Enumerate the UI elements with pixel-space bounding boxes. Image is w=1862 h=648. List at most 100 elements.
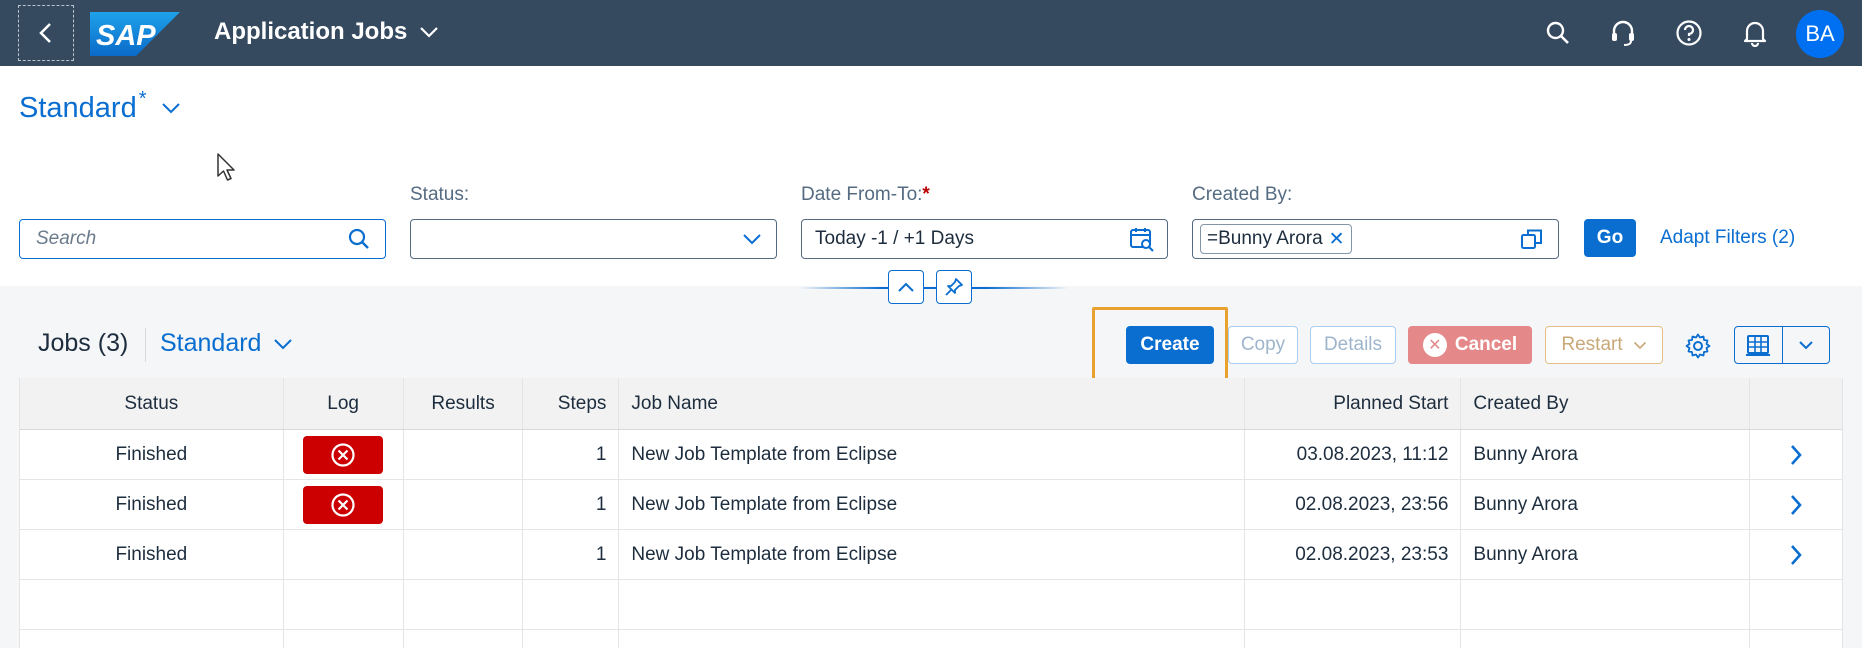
column-header-navigation	[1750, 378, 1842, 429]
filter-bar: Standard * Search Status: Date From-To: *…	[0, 66, 1862, 304]
variant-name: Standard	[19, 92, 137, 124]
job-name-cell: New Job Template from Eclipse	[619, 480, 1245, 529]
column-header-results[interactable]: Results	[404, 378, 524, 429]
headset-icon	[1612, 20, 1634, 46]
chevron-down-icon	[1799, 341, 1813, 350]
toolbar-separator	[145, 328, 146, 362]
cancel-icon: ✕	[1422, 333, 1447, 357]
restart-button[interactable]: Restart	[1545, 326, 1663, 364]
created-by-field[interactable]: =Bunny Arora ✕	[1192, 219, 1559, 259]
status-select[interactable]	[410, 219, 777, 259]
error-icon	[331, 442, 355, 467]
status-cell: Finished	[20, 430, 284, 479]
calendar-search-icon[interactable]	[1129, 226, 1155, 252]
column-header-created-by[interactable]: Created By	[1461, 378, 1751, 429]
chevron-down-icon	[420, 27, 439, 38]
empty-row	[20, 580, 1842, 630]
chevron-left-icon	[39, 23, 51, 43]
date-label-text: Date From-To:	[801, 184, 923, 205]
support-button[interactable]	[1607, 17, 1639, 49]
steps-cell: 1	[523, 480, 620, 529]
row-navigation[interactable]	[1750, 530, 1842, 579]
status-cell: Finished	[20, 530, 284, 579]
chevron-down-icon	[743, 234, 761, 245]
chevron-down-icon	[161, 103, 180, 114]
help-icon	[1676, 20, 1702, 46]
empty-row	[20, 630, 1842, 648]
column-header-status[interactable]: Status	[20, 378, 284, 429]
search-button[interactable]	[1542, 17, 1574, 49]
go-button[interactable]: Go	[1584, 219, 1636, 257]
log-cell	[284, 530, 404, 579]
log-error-button[interactable]	[303, 485, 384, 524]
collapse-header-button[interactable]	[888, 270, 924, 304]
app-title-menu[interactable]: Application Jobs	[214, 18, 439, 46]
log-cell	[284, 480, 404, 529]
created-by-cell: Bunny Arora	[1461, 530, 1751, 579]
job-name-cell: New Job Template from Eclipse	[619, 530, 1245, 579]
token-remove-icon[interactable]: ✕	[1329, 228, 1345, 251]
planned-start-cell: 02.08.2023, 23:53	[1245, 530, 1462, 579]
pin-header-button[interactable]	[936, 270, 972, 304]
mouse-pointer-icon	[217, 153, 235, 181]
restart-label: Restart	[1561, 334, 1623, 355]
token-text: =Bunny Arora	[1207, 228, 1323, 249]
table-variant-selector[interactable]: Standard	[160, 329, 293, 358]
created-by-cell: Bunny Arora	[1461, 480, 1751, 529]
table-row[interactable]: Finished 1 New Job Template from Eclipse…	[20, 430, 1842, 480]
row-navigation[interactable]	[1750, 480, 1842, 529]
notifications-button[interactable]	[1739, 17, 1771, 49]
column-header-log[interactable]: Log	[284, 378, 404, 429]
value-help-icon[interactable]	[1520, 227, 1544, 251]
chevron-down-icon	[1633, 341, 1646, 349]
column-header-planned-start[interactable]: Planned Start	[1245, 378, 1462, 429]
adapt-filters-link[interactable]: Adapt Filters (2)	[1660, 227, 1795, 249]
log-error-button[interactable]	[303, 435, 384, 474]
chevron-right-icon	[1791, 444, 1802, 465]
column-header-steps[interactable]: Steps	[523, 378, 620, 429]
search-icon	[1546, 21, 1569, 44]
results-cell	[404, 480, 524, 529]
table-variant-name: Standard	[160, 329, 262, 357]
export-menu-button[interactable]	[1734, 326, 1830, 364]
variant-selector[interactable]: Standard *	[19, 88, 181, 125]
bell-icon	[1743, 21, 1767, 47]
header-separator	[800, 287, 1068, 289]
date-range-value: Today -1 / +1 Days	[815, 228, 974, 249]
search-icon[interactable]	[347, 227, 371, 251]
table-settings-button[interactable]	[1684, 332, 1712, 365]
planned-start-cell: 03.08.2023, 11:12	[1245, 430, 1462, 479]
cancel-job-button[interactable]: ✕ Cancel	[1408, 326, 1532, 364]
results-cell	[404, 430, 524, 479]
column-header-job-name[interactable]: Job Name	[619, 378, 1245, 429]
error-icon	[331, 492, 355, 517]
search-input[interactable]: Search	[19, 219, 386, 259]
app-title: Application Jobs	[214, 18, 408, 45]
copy-button[interactable]: Copy	[1228, 326, 1298, 364]
help-button[interactable]	[1673, 17, 1705, 49]
table-row[interactable]: Finished 1 New Job Template from Eclipse…	[20, 480, 1842, 530]
sap-logo: SAP	[90, 12, 180, 56]
job-name-cell: New Job Template from Eclipse	[619, 430, 1245, 479]
export-button[interactable]	[1735, 327, 1783, 363]
table-header: Status Log Results Steps Job Name Planne…	[20, 378, 1842, 430]
row-navigation[interactable]	[1750, 430, 1842, 479]
status-label: Status:	[410, 184, 470, 205]
created-by-label: Created By:	[1192, 184, 1293, 205]
gear-icon	[1685, 333, 1711, 359]
chevron-down-icon	[274, 338, 293, 349]
chevron-right-icon	[1791, 494, 1802, 515]
cancel-label: Cancel	[1454, 334, 1518, 355]
table-row[interactable]: Finished 1 New Job Template from Eclipse…	[20, 530, 1842, 580]
back-button[interactable]	[18, 5, 74, 61]
shell-bar: SAP Application Jobs BA	[0, 0, 1862, 66]
details-button[interactable]: Details	[1310, 326, 1396, 364]
steps-cell: 1	[523, 430, 620, 479]
create-button[interactable]: Create	[1126, 326, 1214, 364]
spreadsheet-icon	[1746, 335, 1771, 356]
export-dropdown-button[interactable]	[1783, 327, 1830, 363]
date-range-field[interactable]: Today -1 / +1 Days	[801, 219, 1168, 259]
variant-modified-marker: *	[138, 88, 147, 110]
user-avatar[interactable]: BA	[1796, 10, 1844, 58]
svg-text:SAP: SAP	[96, 20, 156, 52]
